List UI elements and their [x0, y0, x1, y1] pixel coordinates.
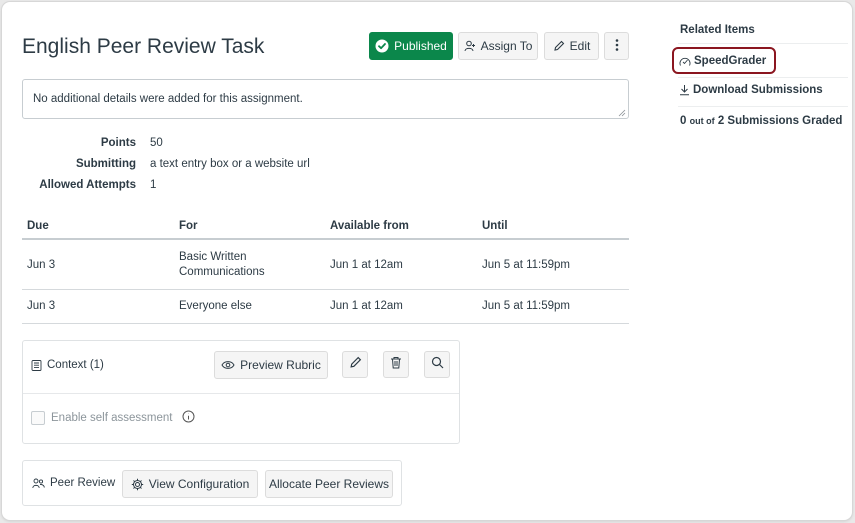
column-header-due: Due: [27, 220, 49, 232]
self-assessment-checkbox[interactable]: [31, 411, 45, 425]
allocate-peer-reviews-button[interactable]: Allocate Peer Reviews: [265, 470, 393, 498]
points-value: 50: [150, 137, 163, 149]
page-title: English Peer Review Task: [22, 35, 265, 58]
download-submissions-label: Download Submissions: [693, 84, 823, 96]
rubric-panel: Context (1) Preview Rubric Enable self a…: [22, 340, 460, 444]
column-header-until: Until: [482, 220, 508, 232]
edit-button[interactable]: Edit: [544, 32, 599, 60]
peer-review-heading: Peer Review: [32, 477, 115, 489]
graded-total: 2 Submissions Graded: [717, 115, 843, 127]
attempts-value: 1: [150, 179, 157, 191]
submitting-label: Submitting: [75, 158, 136, 170]
points-label: Points: [100, 137, 136, 149]
graded-count-status: 0 out of 2 Submissions Graded: [680, 115, 842, 127]
context-label: Context (1): [47, 359, 104, 371]
preview-rubric-label: Preview Rubric: [240, 358, 321, 372]
row2-available-from: Jun 1 at 12am: [330, 300, 403, 312]
edit-rubric-button[interactable]: [342, 351, 368, 378]
row2-until: Jun 5 at 11:59pm: [482, 300, 571, 312]
sidebar-divider: [678, 43, 848, 44]
row1-until: Jun 5 at 11:59pm: [482, 259, 571, 271]
pencil-icon: [349, 356, 362, 374]
peer-review-label: Peer Review: [50, 477, 116, 489]
download-submissions-link[interactable]: Download Submissions: [679, 84, 823, 96]
rubric-context: Context (1): [31, 359, 104, 371]
peer-review-panel: Peer Review View Configuration Allocate …: [22, 460, 402, 506]
graded-count: 0: [680, 115, 687, 127]
user-plus-icon: [464, 40, 476, 52]
published-label: Published: [394, 39, 447, 53]
row1-for: Basic Written Communications: [179, 251, 265, 278]
pencil-icon: [553, 40, 565, 52]
eye-icon: [221, 360, 235, 370]
resize-handle-icon[interactable]: [618, 108, 626, 117]
delete-rubric-button[interactable]: [383, 351, 409, 378]
assign-to-label: Assign To: [480, 39, 533, 53]
more-options-button[interactable]: [604, 32, 629, 60]
column-header-available-from: Available from: [330, 220, 409, 232]
table-header-divider: [22, 238, 629, 240]
view-configuration-button[interactable]: View Configuration: [122, 470, 258, 498]
search-icon: [431, 356, 444, 374]
self-assessment-row: Enable self assessment: [31, 410, 195, 426]
assign-to-button[interactable]: Assign To: [458, 32, 538, 60]
assignment-details: No additional details were added for thi…: [22, 79, 629, 119]
speedgrader-link[interactable]: SpeedGrader: [679, 55, 766, 67]
trash-icon: [390, 356, 402, 374]
speedgrader-icon: [679, 56, 691, 67]
check-circle-icon: [375, 39, 389, 53]
gear-icon: [131, 478, 144, 491]
row1-available-from: Jun 1 at 12am: [330, 259, 403, 271]
row2-due: Jun 3: [27, 300, 56, 312]
column-header-for: For: [179, 220, 198, 232]
published-button[interactable]: Published: [369, 32, 453, 60]
row2-for: Everyone else: [179, 300, 252, 312]
submitting-value: a text entry box or a website url: [150, 158, 310, 170]
peer-users-icon: [32, 478, 45, 489]
table-row-divider: [22, 323, 629, 324]
edit-label: Edit: [569, 39, 591, 53]
kebab-menu-icon: [615, 38, 619, 55]
panel-divider: [23, 393, 459, 394]
allocate-peer-reviews-label: Allocate Peer Reviews: [268, 477, 390, 491]
download-icon: [679, 84, 690, 96]
self-assessment-label: Enable self assessment: [51, 412, 173, 424]
rubric-clipboard-icon: [31, 359, 42, 371]
table-row-divider: [22, 289, 629, 290]
sidebar-divider: [678, 77, 848, 78]
attempts-label: Allowed Attempts: [39, 179, 136, 191]
assignment-page: English Peer Review Task Published Assig…: [2, 2, 852, 520]
view-configuration-label: View Configuration: [148, 477, 250, 491]
graded-out-of: out of: [689, 116, 715, 126]
speedgrader-label: SpeedGrader: [694, 55, 767, 67]
info-icon[interactable]: [182, 410, 195, 426]
row1-due: Jun 3: [27, 259, 56, 271]
preview-rubric-button[interactable]: Preview Rubric: [214, 351, 328, 379]
details-text: No additional details were added for thi…: [33, 93, 303, 105]
search-rubric-button[interactable]: [424, 351, 450, 378]
related-items-heading: Related Items: [680, 24, 755, 36]
sidebar-divider: [678, 106, 848, 107]
